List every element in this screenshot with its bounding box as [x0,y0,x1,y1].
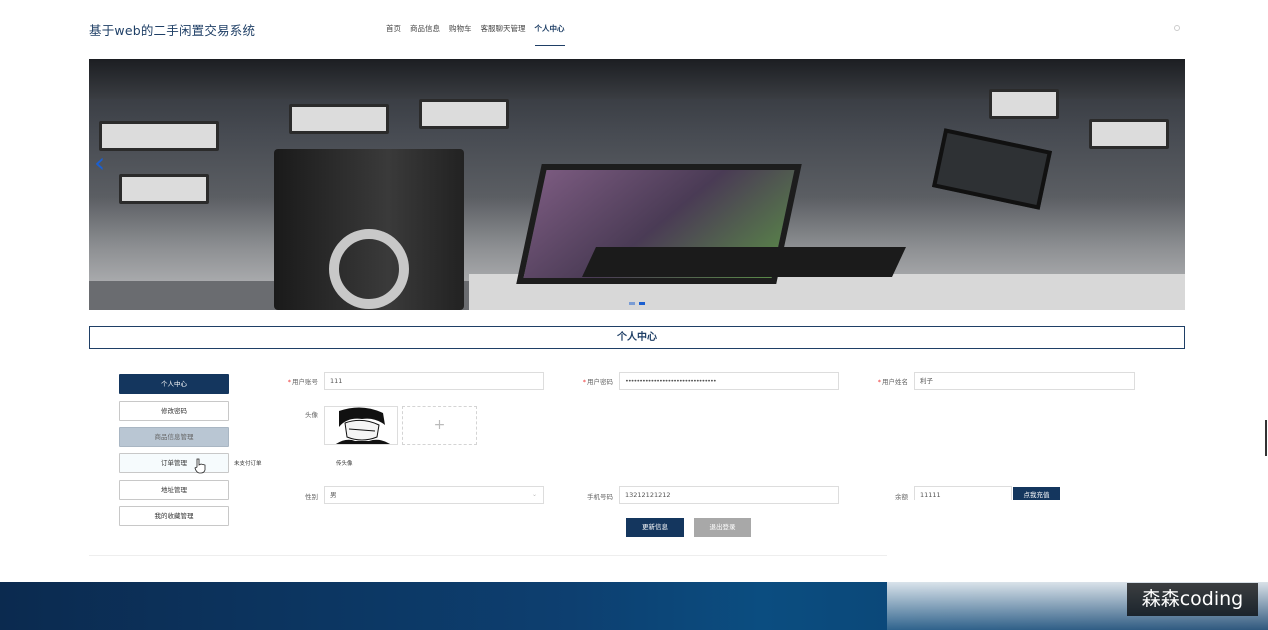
sidebar-item-personal-center[interactable]: 个人中心 [119,374,229,394]
banner-photo-side-monitor [931,128,1053,210]
nav-customer-service[interactable]: 客服聊天管理 [481,22,526,46]
gender-select-value: 男 [330,491,337,499]
logout-button[interactable]: 退出登录 [694,518,751,537]
avatar-image [325,407,397,444]
unpaid-order-text: 未支付订单 [234,461,262,467]
chevron-left-icon[interactable]: ‹ [94,149,105,177]
nav-home[interactable]: 首页 [386,22,401,46]
carousel-indicators [629,302,645,305]
avatar-upload-button[interactable]: + [402,406,477,445]
avatar-label: 头像 [305,411,318,419]
banner-photo-keyboard [582,247,906,277]
carousel-dot[interactable] [629,302,635,305]
sidebar-item-order-management[interactable]: 订单管理 [119,453,229,473]
user-menu-icon[interactable] [1174,25,1180,31]
account-label: *用户账号 [287,378,318,386]
nav-products[interactable]: 商品信息 [410,22,440,46]
sidebar-item-favorites-management[interactable]: 我的收藏管理 [119,506,229,526]
phone-field[interactable]: 13212121212 [619,486,839,504]
banner-photo-disk [329,229,409,309]
top-navbar: 基于web的二手闲置交易系统 首页 商品信息 购物车 客服聊天管理 个人中心 [0,0,1268,58]
account-field[interactable]: 111 [324,372,544,390]
watermark: 森森coding [1127,583,1258,616]
section-title: 个人中心 [89,326,1185,349]
banner-photo-monitor [1089,119,1169,149]
avatar [324,406,398,445]
site-title[interactable]: 基于web的二手闲置交易系统 [89,20,255,39]
sidebar-item-change-password[interactable]: 修改密码 [119,401,229,421]
password-field[interactable]: •••••••••••••••••••••••••••••••• [619,372,839,390]
gender-select[interactable]: 男 ⌄ [324,486,544,504]
name-label: *用户姓名 [877,378,908,386]
update-info-button[interactable]: 更新信息 [626,518,684,537]
sidebar-item-address-management[interactable]: 地址管理 [119,480,229,500]
carousel-dot-active[interactable] [639,302,645,305]
upload-avatar-text: 传头像 [336,461,353,467]
banner-photo-monitor [989,89,1059,119]
nav-personal-center[interactable]: 个人中心 [534,22,565,46]
banner-photo-monitor [419,99,509,129]
gender-label: 性别 [305,493,318,501]
name-field[interactable]: 利子 [914,372,1135,390]
chevron-down-icon: ⌄ [531,491,537,498]
banner-photo-monitor [119,174,209,204]
banner-photo-monitor [289,104,389,134]
main-nav: 首页 商品信息 购物车 客服聊天管理 个人中心 [386,22,565,46]
banner-photo-monitor [99,121,219,151]
phone-label: 手机号码 [587,493,613,501]
sidebar-item-product-management[interactable]: 商品信息管理 [119,427,229,447]
scrollbar-thumb[interactable] [1265,420,1267,456]
password-label: *用户密码 [582,378,613,386]
banner-carousel: ‹ [89,59,1185,310]
hand-cursor-icon [194,458,206,474]
nav-cart[interactable]: 购物车 [449,22,472,46]
